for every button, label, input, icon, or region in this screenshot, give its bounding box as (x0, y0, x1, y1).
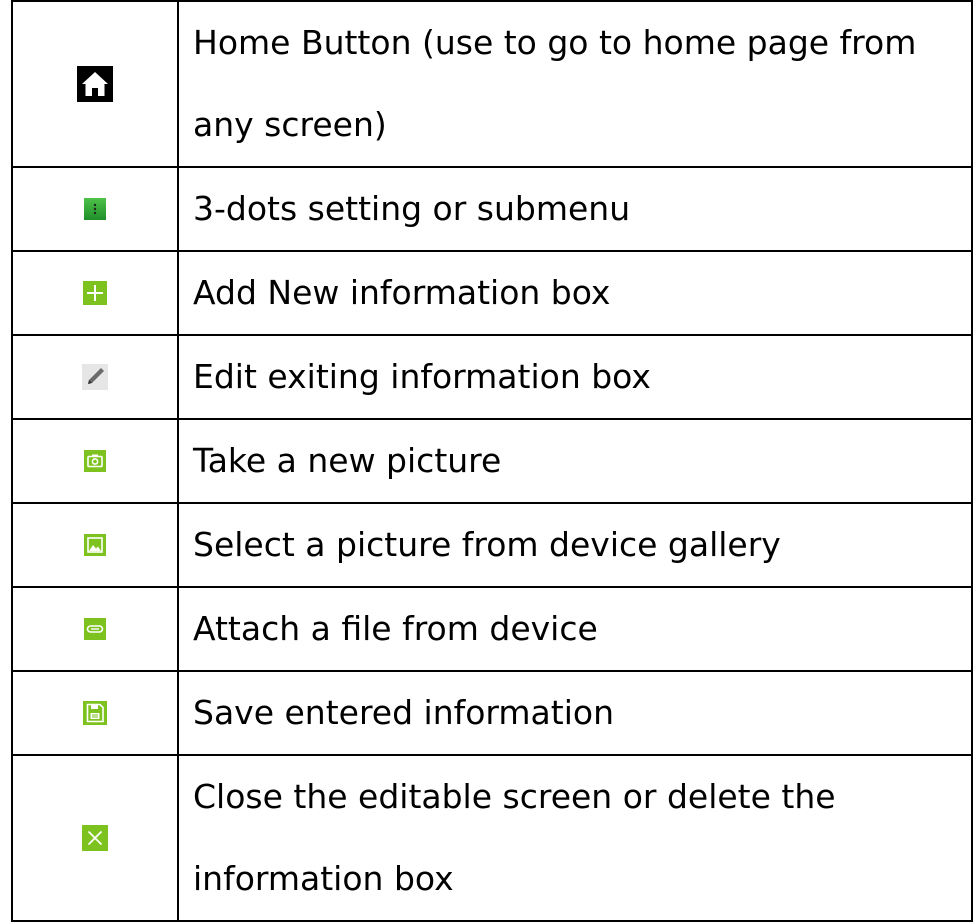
description-cell: 3-dots setting or submenu (177, 166, 973, 252)
more-vert-icon (84, 198, 106, 220)
icon-cell (11, 334, 179, 420)
pencil-icon (82, 364, 108, 390)
paperclip-icon (84, 618, 106, 640)
table-row: Take a new picture (11, 418, 973, 504)
table-row: Attach a file from device (11, 586, 973, 672)
description-cell: Add New information box (177, 250, 973, 336)
save-icon (83, 701, 107, 725)
table-row: 3-dots setting or submenu (11, 166, 973, 252)
icon-cell (11, 0, 179, 168)
icon-cell (11, 586, 179, 672)
description-cell: Close the editable screen or delete the … (177, 754, 973, 922)
table-row: Save entered information (11, 670, 973, 756)
camera-icon (84, 450, 106, 472)
icon-cell (11, 166, 179, 252)
gallery-icon (84, 534, 106, 556)
table-row: Home Button (use to go to home page from… (11, 0, 973, 168)
table-row: Edit exiting information box (11, 334, 973, 420)
icon-cell (11, 754, 179, 922)
description-cell: Take a new picture (177, 418, 973, 504)
description-cell: Edit exiting information box (177, 334, 973, 420)
table-row: Close the editable screen or delete the … (11, 754, 973, 922)
close-icon (82, 825, 108, 851)
icon-cell (11, 502, 179, 588)
description-cell: Save entered information (177, 670, 973, 756)
description-cell: Attach a file from device (177, 586, 973, 672)
plus-icon (83, 281, 107, 305)
icon-cell (11, 670, 179, 756)
description-cell: Select a picture from device gallery (177, 502, 973, 588)
home-icon (77, 66, 113, 102)
icon-cell (11, 418, 179, 504)
description-cell: Home Button (use to go to home page from… (177, 0, 973, 168)
table-row: Select a picture from device gallery (11, 502, 973, 588)
table-row: Add New information box (11, 250, 973, 336)
icon-legend-table: Home Button (use to go to home page from… (11, 0, 973, 922)
icon-cell (11, 250, 179, 336)
